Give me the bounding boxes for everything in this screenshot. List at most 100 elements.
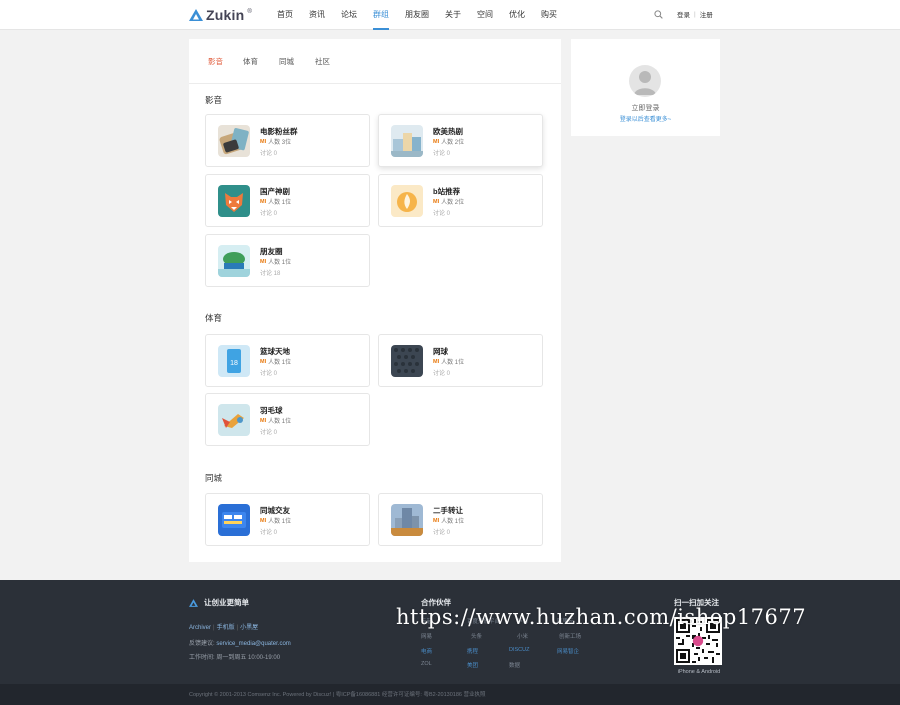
group-thumbnail [391,125,423,157]
discussion-count: 讨论 0 [433,530,451,536]
group-meta: MI 人数 3位 [260,137,292,147]
group-name: 羽毛球 [260,406,283,415]
logo-triangle-icon [189,598,198,607]
discussion-count: 讨论 0 [433,371,451,377]
brand-badge: MI [433,517,440,524]
partner-logo[interactable]: 携程 [467,647,478,655]
copyright-text: Copyright © 2001-2013 Comsenz Inc. Power… [189,692,486,698]
search-icon[interactable] [654,9,663,19]
group-name: 同城交友 [260,506,290,515]
feedback-label: 反馈建议: [189,641,215,647]
partner-logo[interactable]: 网易智企 [557,647,579,655]
discussion-count: 讨论 18 [260,271,281,277]
tab-community[interactable]: 社区 [315,56,330,67]
member-count: 人数 2位 [441,140,465,146]
login-now-button[interactable]: 立即登录 [571,103,720,113]
group-card[interactable]: 二手转让 MI 人数 1位 讨论 0 [378,493,543,546]
group-meta: MI 人数 1位 [433,357,465,367]
group-name: b站推荐 [433,187,461,196]
group-meta: MI 人数 2位 [433,197,465,207]
group-name: 网球 [433,347,448,356]
group-thumbnail [218,504,250,536]
partner-logo[interactable]: 创新工场 [559,632,581,640]
nav-about[interactable]: 关于 [445,0,461,30]
group-card[interactable]: 羽毛球 MI 人数 1位 讨论 0 [205,393,370,446]
group-card[interactable]: 网球 MI 人数 1位 讨论 0 [378,334,543,387]
nav-forum[interactable]: 论坛 [341,0,357,30]
group-meta: MI 人数 1位 [260,197,291,207]
nav-optimize[interactable]: 优化 [509,0,525,30]
nav-moments[interactable]: 朋友圈 [405,0,429,30]
brand-badge: MI [260,358,267,365]
partner-logo[interactable]: 美团 [467,661,478,669]
partner-logo[interactable]: 头条 [471,632,482,640]
mobile-link[interactable]: 手机版 [217,625,235,631]
tab-local[interactable]: 同城 [279,56,294,67]
member-count: 人数 1位 [441,360,465,366]
group-card[interactable]: b站推荐 MI 人数 2位 讨论 0 [378,174,543,227]
group-name: 欧美热剧 [433,127,463,136]
nav-space[interactable]: 空间 [477,0,493,30]
group-name: 二手转让 [433,506,463,515]
logo-text: Zukin [206,7,245,23]
partner-logo[interactable]: ZOL [421,661,432,667]
group-name: 朋友圈 [260,247,283,256]
blacklist-link[interactable]: 小黑屋 [240,625,258,631]
login-hint-link[interactable]: 登录以后查看更多~ [571,114,720,123]
group-thumbnail [218,404,250,436]
tab-sports[interactable]: 体育 [243,56,258,67]
discussion-count: 讨论 0 [260,530,278,536]
group-meta: MI 人数 1位 [260,516,292,526]
group-thumbnail [391,185,423,217]
group-card[interactable]: 18 篮球天地 MI 人数 1位 讨论 0 [205,334,370,387]
partner-logo[interactable]: DISCUZ [509,647,529,653]
group-card[interactable]: 国产神剧 MI 人数 1位 讨论 0 [205,174,370,227]
register-link[interactable]: 注册 [700,9,713,19]
partner-logo[interactable]: 网易 [421,632,432,640]
member-count: 人数 3位 [268,140,292,146]
partner-logo[interactable]: 数据 [509,661,520,669]
group-thumbnail [218,245,250,277]
nav-groups[interactable]: 群组 [373,0,389,30]
footer-brand: 让创业更简单 [189,597,249,608]
group-name: 篮球天地 [260,347,290,356]
login-link[interactable]: 登录 [677,9,690,19]
user-icon [634,71,656,95]
nav-home[interactable]: 首页 [277,0,293,30]
user-actions: 登录 | 注册 [654,9,713,19]
partner-logo[interactable]: 小米 [517,632,528,640]
group-name: 电影粉丝群 [260,127,298,136]
working-hours: 工作时间: 周一到周五 10:00-19:00 [189,655,281,661]
category-tabs: 影音 体育 同城 社区 [189,39,561,84]
brand-badge: MI [433,138,440,145]
discussion-count: 讨论 0 [260,211,278,217]
logo-triangle-icon [189,9,203,21]
member-count: 人数 1位 [268,419,292,425]
nav-news[interactable]: 资讯 [309,0,325,30]
member-count: 人数 1位 [268,519,292,525]
partner-logo[interactable]: 电商 [421,647,432,655]
group-thumbnail [391,345,423,377]
group-card[interactable]: 同城交友 MI 人数 1位 讨论 0 [205,493,370,546]
logo-registered-mark: ® [247,9,252,15]
group-card[interactable]: 电影粉丝群 MI 人数 3位 讨论 0 [205,114,370,167]
site-logo[interactable]: Zukin ® [189,7,252,23]
avatar[interactable] [629,65,661,97]
member-count: 人数 2位 [441,200,465,206]
feedback-email[interactable]: service_media@quater.com [216,641,290,647]
group-card[interactable]: 欧美热剧 MI 人数 2位 讨论 0 [378,114,543,167]
group-name: 国产神剧 [260,187,290,196]
member-count: 人数 1位 [441,519,465,525]
tab-video[interactable]: 影音 [208,56,223,67]
header-separator: | [694,10,696,18]
group-card[interactable]: 朋友圈 MI 人数 1位 讨论 18 [205,234,370,287]
brand-badge: MI [433,358,440,365]
archiver-link[interactable]: Archiver [189,625,211,631]
group-meta: MI 人数 1位 [260,257,291,267]
brand-badge: MI [260,417,267,424]
brand-badge: MI [260,198,267,205]
discussion-count: 讨论 0 [433,151,451,157]
qr-caption: iPhone & Android [677,669,721,675]
nav-buy[interactable]: 购买 [541,0,557,30]
group-thumbnail [391,504,423,536]
